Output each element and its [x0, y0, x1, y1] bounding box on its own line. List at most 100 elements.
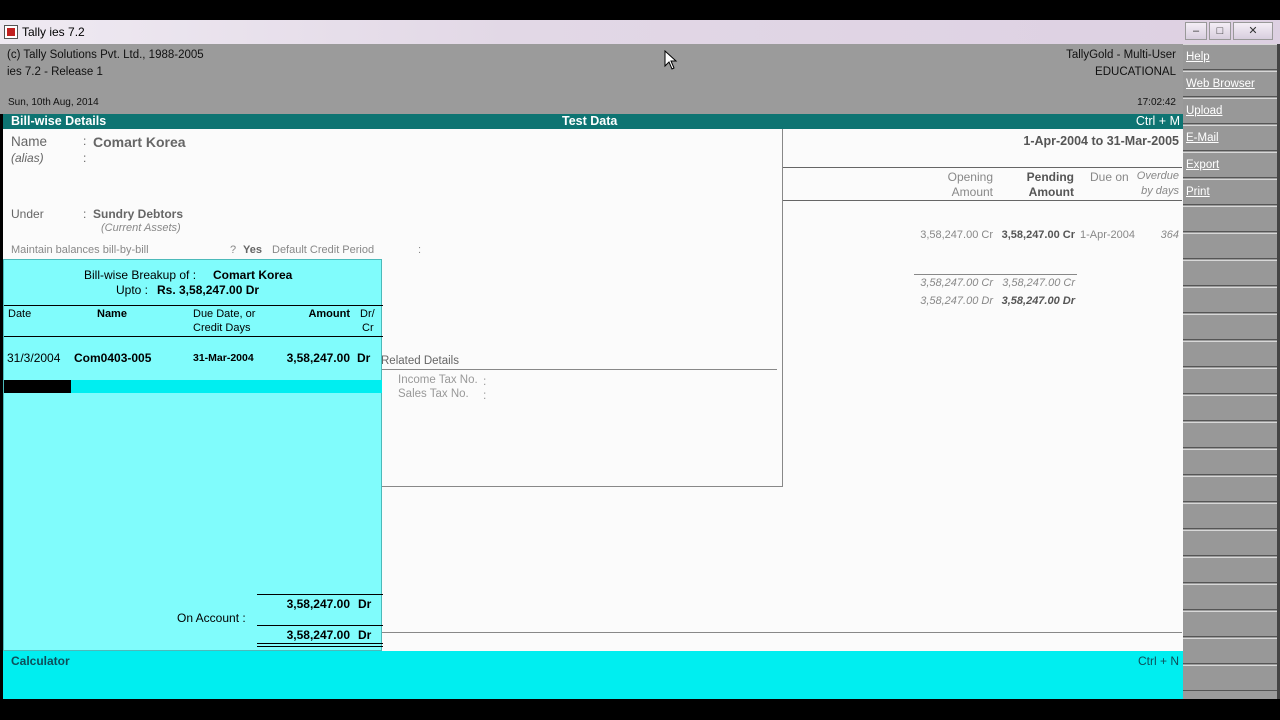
- empty-button: [1183, 638, 1277, 664]
- empty-button: [1183, 314, 1277, 340]
- help-button[interactable]: Help: [1183, 44, 1277, 70]
- empty-button: [1183, 449, 1277, 475]
- close-icon[interactable]: ✕: [1233, 22, 1273, 40]
- under-field[interactable]: Sundry Debtors: [93, 207, 183, 221]
- bill-date: 31/3/2004: [7, 351, 61, 365]
- empty-button: [1183, 503, 1277, 529]
- col-date: Date: [8, 308, 32, 320]
- calculator-label: Calculator: [11, 654, 70, 668]
- related-divider: [381, 369, 777, 370]
- popup-header-bottom-line: [4, 336, 383, 337]
- under-group: (Current Assets): [101, 222, 181, 234]
- ledger-name-field[interactable]: Comart Korea: [93, 134, 186, 150]
- onaccount-line: [257, 594, 383, 595]
- col-opening-2: Amount: [951, 185, 993, 199]
- col-overdue-2: by days: [1141, 185, 1179, 197]
- credit-period-label: Default Credit Period: [272, 244, 375, 256]
- report-period: 1-Apr-2004 to 31-Mar-2005: [1023, 134, 1179, 148]
- sales-tax-label: Sales Tax No.: [398, 388, 469, 400]
- empty-button: [1183, 476, 1277, 502]
- col-pending-2: Amount: [1028, 185, 1074, 199]
- text-cursor[interactable]: [4, 380, 71, 393]
- col-due-2: Credit Days: [193, 322, 251, 334]
- col-pending: Pending: [1026, 170, 1074, 184]
- total-line: [257, 625, 383, 626]
- onaccount-amount: 3,58,247.00: [286, 597, 350, 611]
- col-name: Name: [97, 308, 127, 320]
- popup-party: Comart Korea: [213, 268, 293, 282]
- total-underline: [257, 643, 383, 644]
- mouse-pointer-icon: [664, 50, 678, 70]
- empty-button: [1183, 584, 1277, 610]
- row-opening: 3,58,247.00 Cr: [920, 229, 993, 241]
- onaccount-label: On Account :: [177, 611, 246, 625]
- total-amount: 3,58,247.00: [286, 628, 350, 642]
- col-drcr: Dr/: [360, 308, 375, 320]
- bill-due: 31-Mar-2004: [193, 352, 254, 364]
- current-time: 17:02:42: [1137, 97, 1176, 108]
- report-divider: [782, 167, 1182, 168]
- edition-text: TallyGold - Multi-User: [1066, 49, 1176, 61]
- related-details-label: Related Details: [381, 355, 459, 367]
- billwise-breakup-popup: Bill-wise Breakup of : Comart Korea Upto…: [3, 259, 383, 651]
- empty-button: [1183, 422, 1277, 448]
- web-browser-button[interactable]: Web Browser: [1183, 71, 1277, 97]
- sub-pending: 3,58,247.00 Cr: [1002, 277, 1075, 289]
- empty-button: [1183, 341, 1277, 367]
- screen-title: Bill-wise Details: [11, 114, 107, 128]
- col-due: Due Date, or: [193, 308, 256, 320]
- info-bar: (c) Tally Solutions Pvt. Ltd., 1988-2005…: [0, 44, 1183, 114]
- under-label: Under: [11, 207, 44, 221]
- calculator-panel[interactable]: Calculator Ctrl + N: [3, 651, 1183, 699]
- email-button[interactable]: E-Mail: [1183, 125, 1277, 151]
- mode-text: EDUCATIONAL: [1095, 66, 1176, 78]
- calculator-shortcut: Ctrl + N: [1137, 654, 1179, 668]
- billwise-value[interactable]: Yes: [243, 244, 262, 256]
- print-button[interactable]: Print: [1183, 179, 1277, 205]
- total-double-underline: [257, 646, 383, 647]
- empty-button: [1183, 530, 1277, 556]
- col-drcr-2: Cr: [362, 322, 374, 334]
- company-name: Test Data: [562, 114, 618, 128]
- empty-button: [1183, 287, 1277, 313]
- empty-button: [1183, 233, 1277, 259]
- export-button[interactable]: Export: [1183, 152, 1277, 178]
- row-pending: 3,58,247.00 Cr: [1001, 229, 1075, 241]
- screen-header: Bill-wise Details Test Data Ctrl + M: [3, 114, 1183, 129]
- name-label: Name: [11, 134, 48, 149]
- row-overdue: 364: [1160, 229, 1179, 241]
- onaccount-drcr: Dr: [358, 597, 372, 611]
- maximize-icon[interactable]: □: [1209, 22, 1231, 40]
- empty-button: [1183, 368, 1277, 394]
- bill-name: Com0403-005: [74, 351, 152, 365]
- release-text: ies 7.2 - Release 1: [7, 66, 103, 78]
- col-amount: Amount: [308, 308, 350, 320]
- app-icon: [4, 25, 18, 39]
- report-divider: [782, 200, 1182, 201]
- empty-button: [1183, 395, 1277, 421]
- copyright-text: (c) Tally Solutions Pvt. Ltd., 1988-2005: [7, 49, 204, 61]
- tot-opening: 3,58,247.00 Dr: [920, 295, 993, 307]
- empty-button: [1183, 260, 1277, 286]
- row-dueon: 1-Apr-2004: [1080, 229, 1136, 241]
- sub-opening: 3,58,247.00 Cr: [920, 277, 993, 289]
- col-dueon: Due on: [1090, 170, 1129, 184]
- bottom-divider: [382, 632, 1182, 633]
- popup-upto-amount: Rs. 3,58,247.00 Dr: [157, 283, 260, 297]
- window-titlebar: Tally ies 7.2 – □ ✕: [0, 20, 1280, 44]
- upload-button[interactable]: Upload: [1183, 98, 1277, 124]
- billwise-label: Maintain balances bill-by-bill: [11, 244, 149, 256]
- alias-label: (alias): [11, 151, 44, 165]
- button-bar: Help Web Browser Upload E-Mail Export Pr…: [1183, 44, 1277, 699]
- minimize-icon[interactable]: –: [1185, 22, 1207, 40]
- bill-amount: 3,58,247.00: [286, 351, 350, 365]
- popup-upto-prefix: Upto :: [116, 283, 149, 297]
- col-overdue: Overdue: [1136, 170, 1179, 182]
- income-tax-label: Income Tax No.: [398, 374, 478, 386]
- col-opening: Opening: [947, 170, 993, 184]
- empty-button: [1183, 611, 1277, 637]
- popup-title-prefix: Bill-wise Breakup of :: [84, 268, 197, 282]
- header-shortcut: Ctrl + M: [1135, 114, 1180, 128]
- popup-header-top-line: [4, 305, 383, 306]
- empty-button: [1183, 665, 1277, 691]
